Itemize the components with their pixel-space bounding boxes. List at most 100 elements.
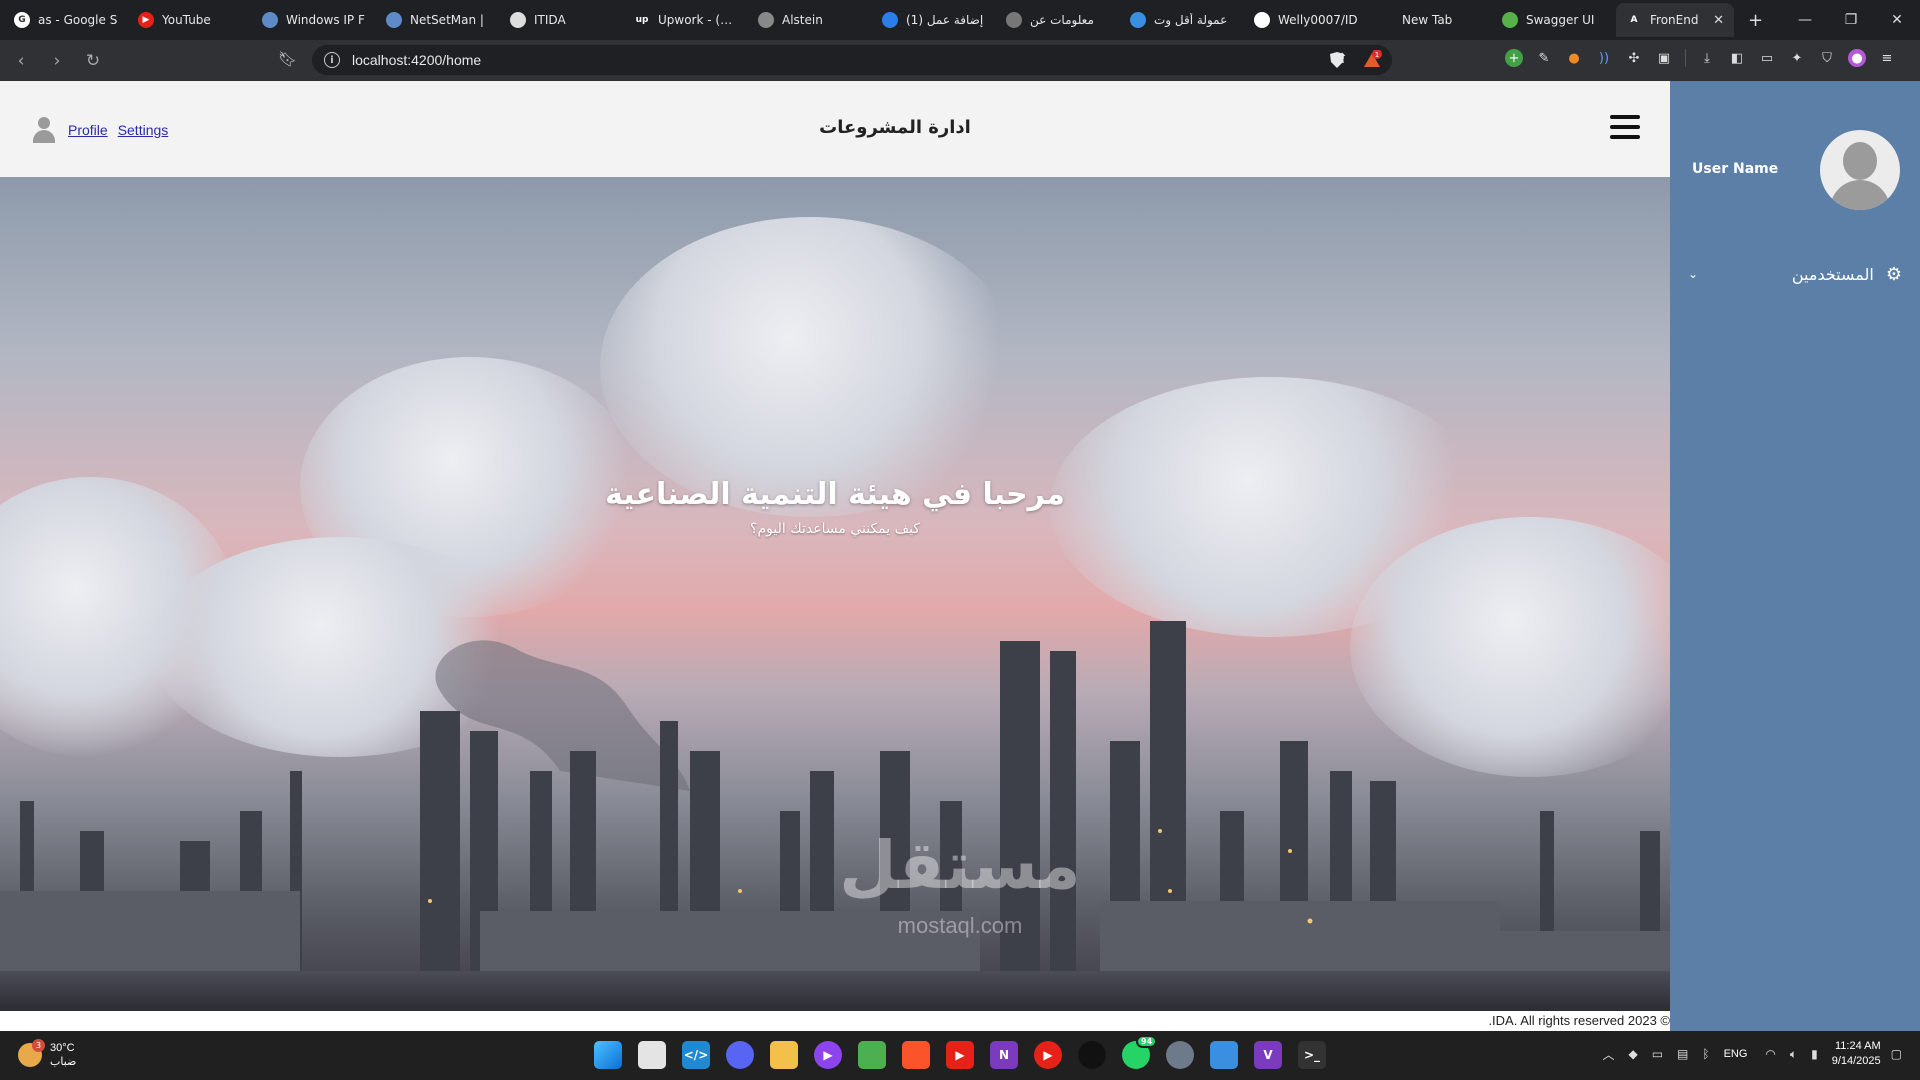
tab-favicon-icon <box>1130 12 1146 28</box>
task-view-icon[interactable] <box>638 1041 666 1069</box>
web-page: Profile Settings ادارة المشروعات مرحبا ف… <box>0 81 1920 1031</box>
tab-favicon-icon: G <box>14 12 30 28</box>
wallet-icon[interactable]: ▭ <box>1758 49 1776 67</box>
tab-favicon-icon <box>1254 12 1270 28</box>
tab-favicon-icon <box>1006 12 1022 28</box>
browser-tab[interactable]: Alstein <box>748 3 872 37</box>
tray-keyboard-icon[interactable]: ▤ <box>1677 1047 1688 1061</box>
youtube-music-icon[interactable]: ▶ <box>1034 1041 1062 1069</box>
browser-tab[interactable]: NetSetMan | <box>376 3 500 37</box>
extension-orange-icon[interactable]: ● <box>1565 49 1583 67</box>
browser-tab[interactable]: معلومات عن <box>996 3 1120 37</box>
terminal-icon[interactable]: >_ <box>1298 1041 1326 1069</box>
extension-green-icon[interactable]: + <box>1505 49 1523 67</box>
hamburger-menu-icon[interactable] <box>1610 115 1640 139</box>
browser-tab[interactable]: ▶ YouTube <box>128 3 252 37</box>
image-app-icon[interactable] <box>858 1041 886 1069</box>
bookmark-icon[interactable]: 🔖︎ <box>278 50 297 68</box>
divider <box>1685 49 1686 67</box>
tab-title: Welly0007/ID <box>1278 13 1358 27</box>
browser-tab[interactable]: (1) إضافة عمل <box>872 3 996 37</box>
profile-icon[interactable]: ● <box>1848 49 1866 67</box>
extensions-puzzle-icon[interactable]: ✣ <box>1625 49 1643 67</box>
volume-icon[interactable]: 🔈︎ <box>1790 1047 1797 1062</box>
tab-title: Alstein <box>782 13 823 27</box>
tab-favicon-icon <box>882 12 898 28</box>
tray-app-icon[interactable]: ◆ <box>1628 1047 1637 1061</box>
close-tab-icon[interactable]: ✕ <box>1713 13 1724 28</box>
media-app-icon[interactable]: ▶ <box>814 1041 842 1069</box>
url-text[interactable]: localhost:4200/home <box>352 52 481 68</box>
tab-favicon-icon: ▶ <box>138 12 154 28</box>
clock-date: 9/14/2025 <box>1831 1055 1881 1067</box>
extension-blue-icon[interactable]: )) <box>1595 49 1613 67</box>
settings-app-icon[interactable] <box>1166 1041 1194 1069</box>
close-window-button[interactable]: ✕ <box>1874 0 1920 40</box>
visual-studio-icon[interactable]: V <box>1254 1041 1282 1069</box>
notifications-icon[interactable]: ▢ <box>1891 1047 1902 1061</box>
browser-tab[interactable]: ITIDA <box>500 3 624 37</box>
weather-text: 30°C ضباب <box>50 1041 76 1069</box>
sidebar-username: User Name <box>1692 161 1779 177</box>
start-icon[interactable] <box>594 1041 622 1069</box>
weather-widget[interactable]: 3 30°C ضباب <box>18 1039 76 1069</box>
rewards-badge: 1 <box>1375 51 1379 59</box>
tray-overflow-icon[interactable]: ︿ <box>1602 1046 1614 1063</box>
vscode-icon[interactable]: </> <box>682 1041 710 1069</box>
sidebar-toggle-icon[interactable]: ◧ <box>1728 49 1746 67</box>
back-button[interactable]: ‹ <box>6 51 36 71</box>
remote-desktop-icon[interactable] <box>1210 1041 1238 1069</box>
brave-browser-icon[interactable] <box>902 1041 930 1069</box>
discord-icon[interactable] <box>726 1041 754 1069</box>
clock-time: 11:24 AM <box>1834 1040 1881 1052</box>
browser-tab[interactable]: New Tab <box>1368 3 1492 37</box>
reload-button[interactable]: ↻ <box>78 51 108 71</box>
download-icon[interactable]: ⤓ <box>1698 49 1716 67</box>
forward-button[interactable]: › <box>42 51 72 71</box>
browser-tab[interactable]: up Upwork - (asp <box>624 3 748 37</box>
bluetooth-icon[interactable]: ᛒ <box>1702 1047 1709 1061</box>
new-tab-button[interactable]: + <box>1748 10 1763 31</box>
sidebar-item-label: المستخدمين <box>1791 264 1874 284</box>
whatsapp-badge: 94 <box>1136 1035 1158 1048</box>
sidebar-avatar <box>1820 130 1900 210</box>
brave-rewards-icon[interactable]: 1 <box>1362 50 1382 70</box>
browser-tab[interactable]: Gas - Google S <box>4 3 128 37</box>
browser-tab[interactable]: Welly0007/ID <box>1244 3 1368 37</box>
tab-favicon-icon: up <box>634 12 650 28</box>
chevron-down-icon: ⌄ <box>1688 267 1699 281</box>
site-info-icon[interactable]: i <box>324 52 340 68</box>
tab-favicon-icon <box>386 12 402 28</box>
vpn-shield-icon[interactable]: ⛉ <box>1818 49 1836 67</box>
browser-menu-icon[interactable]: ≡ <box>1878 49 1896 67</box>
minimize-button[interactable]: — <box>1782 0 1828 40</box>
sidebar-item-users[interactable]: ⌄ المستخدمين ⚙ <box>1688 261 1902 287</box>
address-bar[interactable]: i localhost:4200/home ⇪ <box>312 45 1392 75</box>
file-explorer-icon[interactable] <box>770 1041 798 1069</box>
clock[interactable]: 11:24 AM 9/14/2025 <box>1832 1039 1881 1069</box>
hero-title: مرحبا في هيئة التنمية الصناعية <box>605 477 1065 512</box>
tab-favicon-icon <box>758 12 774 28</box>
tray-display-icon[interactable]: ▭ <box>1652 1047 1663 1061</box>
footer-copyright: .IDA. All rights reserved 2023 © <box>0 1011 1670 1031</box>
language-indicator[interactable]: ENG <box>1724 1048 1748 1060</box>
browser-tab[interactable]: Windows IP F <box>252 3 376 37</box>
wifi-icon[interactable]: ◠ <box>1765 1047 1775 1061</box>
github-icon[interactable] <box>1078 1041 1106 1069</box>
brave-shield-icon[interactable] <box>1328 51 1346 69</box>
browser-tab[interactable]: Swagger UI <box>1492 3 1616 37</box>
extension-icons: + ✎ ● )) ✣ ▣ ⤓ ◧ ▭ ✦ ⛉ ● ≡ <box>1505 49 1896 67</box>
battery-icon[interactable]: ▮ <box>1811 1047 1818 1061</box>
leo-ai-icon[interactable]: ✦ <box>1788 49 1806 67</box>
restore-button[interactable]: ❐ <box>1828 0 1874 40</box>
browser-tab-active[interactable]: A FronEnd ✕ <box>1616 3 1734 37</box>
browser-tab[interactable]: عمولة أقل وت <box>1120 3 1244 37</box>
hero-subtitle: كيف يمكنني مساعدتك اليوم؟ <box>750 521 920 537</box>
youtube-icon[interactable]: ▶ <box>946 1041 974 1069</box>
color-picker-icon[interactable]: ✎ <box>1535 49 1553 67</box>
onenote-icon[interactable]: N <box>990 1041 1018 1069</box>
screenshot-icon[interactable]: ▣ <box>1655 49 1673 67</box>
weather-badge: 3 <box>32 1039 45 1052</box>
whatsapp-icon[interactable]: 94 <box>1122 1035 1158 1069</box>
tab-title: FronEnd <box>1650 13 1699 27</box>
